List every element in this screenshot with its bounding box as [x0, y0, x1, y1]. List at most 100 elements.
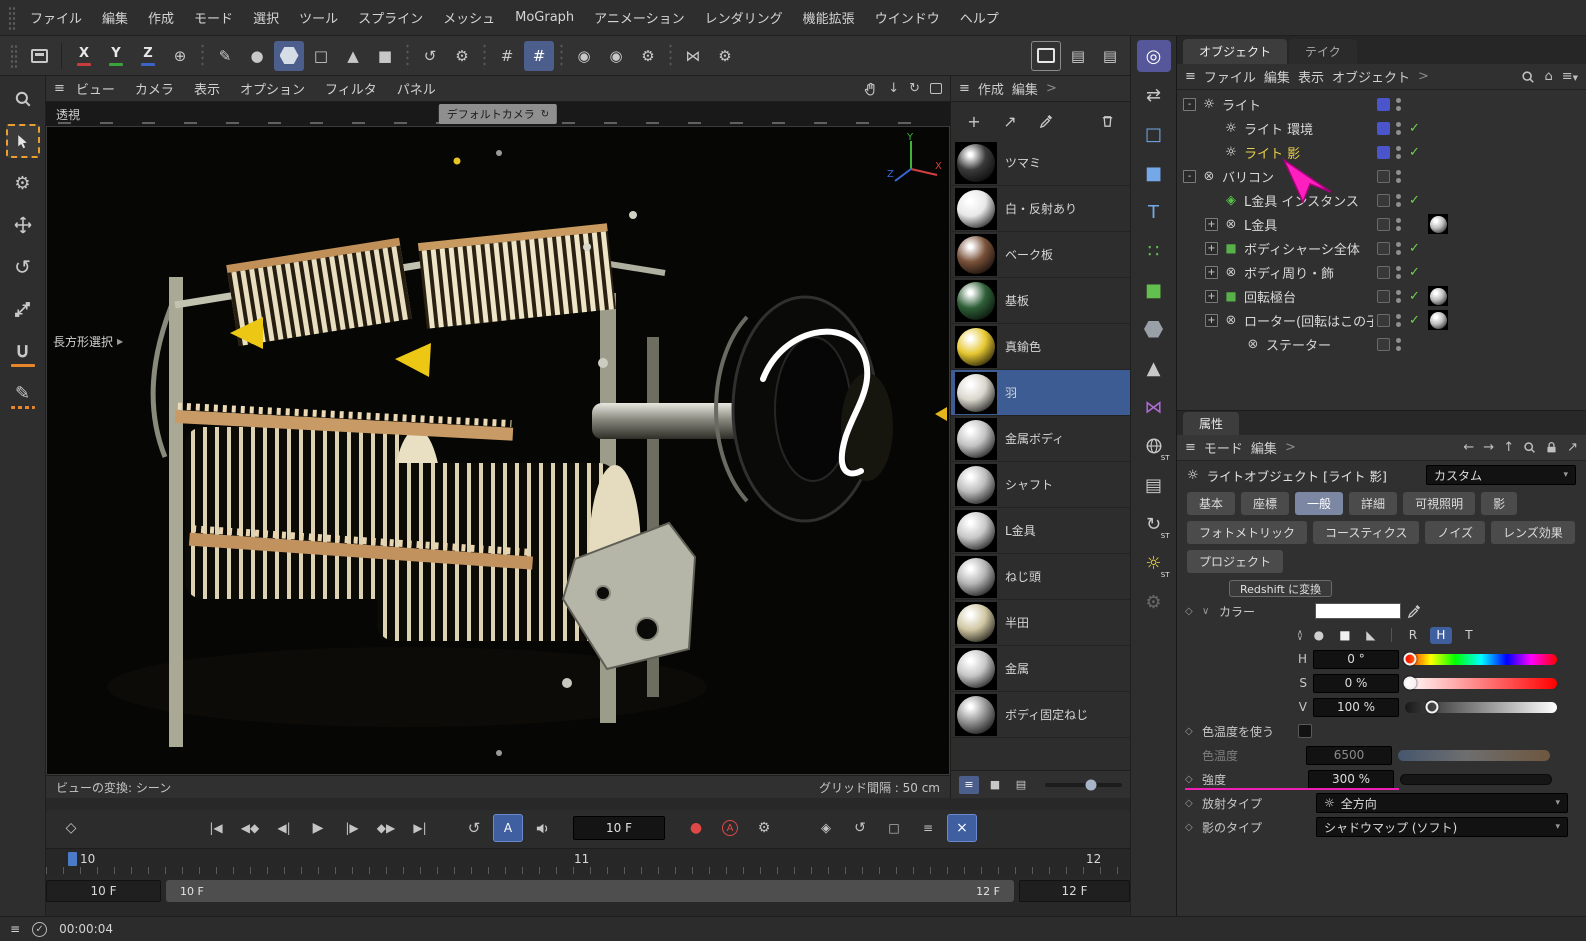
text-primitive-button[interactable]: T	[1137, 196, 1171, 228]
visibility-dots[interactable]	[1396, 194, 1401, 207]
tab-noise[interactable]: ノイズ	[1425, 521, 1485, 544]
material-thumbnail[interactable]	[955, 326, 997, 368]
tab-shadow[interactable]: 影	[1481, 492, 1517, 515]
pick-material-button[interactable]	[1033, 108, 1059, 134]
material-menu-create[interactable]: 作成	[978, 79, 1004, 98]
viewport-menu-display[interactable]: 表示	[185, 76, 229, 101]
material-thumbnail[interactable]	[955, 234, 997, 276]
layer-color-chip[interactable]	[1377, 242, 1390, 255]
keyframe-params-button[interactable]: ≡	[913, 814, 943, 842]
tree-row-rotor[interactable]: + ⊗ ローター(回転はこの子) ✓	[1177, 308, 1586, 332]
attr-menu-icon[interactable]: ≡	[1185, 440, 1196, 455]
range-end-field[interactable]: 12 F	[1019, 880, 1130, 902]
tab-basic[interactable]: 基本	[1187, 492, 1235, 515]
object-label[interactable]: ローター(回転はこの子)	[1244, 311, 1373, 330]
viewport-solo-button[interactable]	[1031, 41, 1061, 71]
material-thumbnail[interactable]	[955, 188, 997, 230]
visibility-dots[interactable]	[1396, 242, 1401, 255]
range-start-field[interactable]: 10 F	[46, 880, 161, 902]
redshift-proxy-button[interactable]: ↻ST	[1137, 508, 1171, 540]
layer-color-chip[interactable]	[1377, 98, 1390, 111]
viewport-menu-filter[interactable]: フィルタ	[316, 76, 386, 101]
enabled-check-icon[interactable]: ✓	[1407, 265, 1422, 280]
sound-button[interactable]	[527, 814, 557, 842]
tab-takes[interactable]: テイク	[1289, 39, 1357, 64]
value-value-field[interactable]: 100 %	[1313, 698, 1399, 717]
maximize-view-icon[interactable]	[930, 83, 942, 94]
volume-button[interactable]: ■	[370, 41, 400, 71]
axis-swap-button[interactable]: ⇄	[1137, 79, 1171, 111]
home-icon[interactable]: ⌂	[1544, 69, 1552, 84]
render-picture-viewer-button[interactable]: ◉	[601, 41, 631, 71]
compact-toggle-icon[interactable]: ∧∨	[1297, 630, 1303, 640]
value-slider-marker[interactable]	[1426, 701, 1439, 714]
quantize-toggle-button[interactable]: ✎	[6, 376, 40, 410]
viewport-menu-panel[interactable]: パネル	[388, 76, 445, 101]
layer-color-chip[interactable]	[1377, 170, 1390, 183]
material-thumbnail[interactable]	[955, 556, 997, 598]
keyframe-rotation-button[interactable]: ↺	[845, 814, 875, 842]
expand-toggle[interactable]: +	[1205, 218, 1218, 231]
enabled-check-icon[interactable]: ✓	[1407, 145, 1422, 160]
chevron-right-icon[interactable]: >	[1418, 69, 1429, 84]
layer-color-chip[interactable]	[1377, 218, 1390, 231]
tab-photometric[interactable]: フォトメトリック	[1187, 521, 1307, 544]
record-auto-button[interactable]: A	[715, 814, 745, 842]
enabled-check-icon[interactable]: ✓	[1407, 289, 1422, 304]
visibility-dots[interactable]	[1396, 290, 1401, 303]
enabled-check-icon[interactable]: ✓	[1407, 193, 1422, 208]
tree-row-light-env[interactable]: ☼ ライト 環境 ✓	[1177, 116, 1586, 140]
material-item[interactable]: 真鍮色	[951, 324, 1130, 370]
material-item[interactable]: 金属	[951, 646, 1130, 692]
field-object-button[interactable]	[1137, 313, 1171, 345]
material-menu-icon[interactable]: ≡	[959, 81, 970, 96]
saturation-slider-marker[interactable]	[1403, 677, 1416, 690]
autokey-button[interactable]: A	[493, 814, 523, 842]
material-thumbnail[interactable]	[955, 648, 997, 690]
material-item[interactable]: ベーク板	[951, 232, 1130, 278]
camera-film-button[interactable]: ▤	[1137, 469, 1171, 501]
layer-color-chip[interactable]	[1377, 338, 1390, 351]
range-bar[interactable]: 10 F 12 F	[166, 880, 1014, 902]
visibility-dots[interactable]	[1396, 338, 1401, 351]
slider-knob[interactable]	[1086, 779, 1097, 790]
visibility-dots[interactable]	[1396, 218, 1401, 231]
object-label[interactable]: ライト	[1222, 95, 1261, 114]
expand-toggle[interactable]: +	[1205, 290, 1218, 303]
viewport-menu-camera[interactable]: カメラ	[126, 76, 183, 101]
hue-slider[interactable]	[1405, 654, 1557, 665]
convert-to-redshift-button[interactable]: Redshift に変換	[1229, 580, 1332, 597]
material-thumbnail[interactable]	[955, 510, 997, 552]
menu-help[interactable]: ヘルプ	[950, 3, 1009, 32]
temperature-field[interactable]: 6500	[1306, 746, 1392, 765]
delete-material-button[interactable]	[1094, 108, 1120, 134]
chevron-right-icon[interactable]: >	[1285, 440, 1296, 455]
preset-dropdown[interactable]: カスタム ▾	[1426, 465, 1576, 485]
attr-menu-edit[interactable]: 編集	[1251, 438, 1277, 457]
history-forward-icon[interactable]: →	[1483, 440, 1494, 455]
tree-row-body-trim[interactable]: + ⊗ ボディ周り・飾 ✓	[1177, 260, 1586, 284]
spline-rect-button[interactable]: □	[1137, 118, 1171, 150]
tree-row-bracket[interactable]: + ⊗ L金具 ✓	[1177, 212, 1586, 236]
new-material-button[interactable]: +	[961, 108, 987, 134]
large-view-button[interactable]: ▤	[1011, 776, 1031, 794]
menu-select[interactable]: 選択	[243, 3, 289, 32]
primitive-sphere-button[interactable]: ●	[242, 41, 272, 71]
material-thumbnail[interactable]	[955, 464, 997, 506]
filter-icon[interactable]: ≡▼	[1562, 69, 1578, 84]
dolly-icon[interactable]: ↓	[888, 81, 899, 96]
tool-options-button[interactable]: ⚙	[710, 41, 740, 71]
tool-settings-button[interactable]: ⚙	[6, 166, 40, 200]
menu-extensions[interactable]: 機能拡張	[793, 3, 865, 32]
tree-row-stator[interactable]: ⊗ ステーター ✓	[1177, 332, 1586, 356]
xpresso-button[interactable]: ⋈	[1137, 391, 1171, 423]
enabled-check-icon[interactable]: ✓	[1407, 241, 1422, 256]
object-label[interactable]: ボディ周り・飾	[1244, 263, 1334, 282]
material-thumbnail[interactable]	[955, 602, 997, 644]
color-square-mode-icon[interactable]: ■	[1335, 628, 1355, 642]
material-item[interactable]: 半田	[951, 600, 1130, 646]
redshift-environment-button[interactable]: ST	[1137, 430, 1171, 462]
loop-mode-button[interactable]: ↺	[459, 814, 489, 842]
keyframe-position-button[interactable]: ◈	[811, 814, 841, 842]
current-frame-field[interactable]: 10 F	[573, 816, 665, 840]
